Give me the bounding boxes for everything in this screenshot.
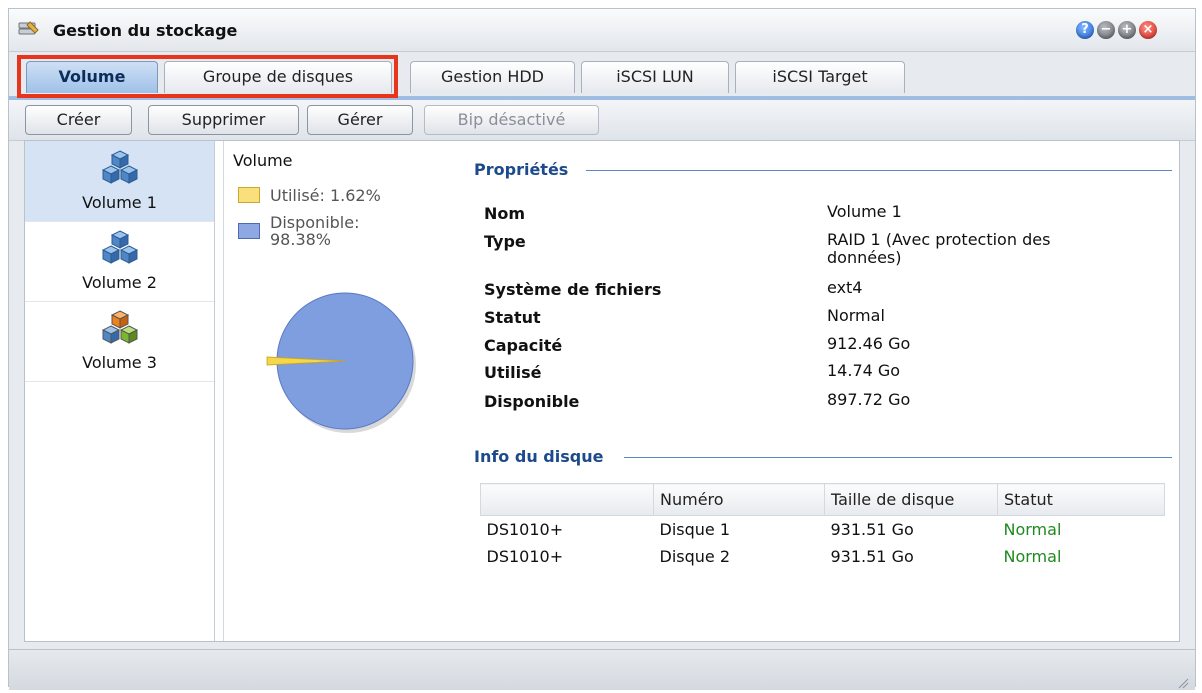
prop-value-type-line2: données) (827, 248, 902, 267)
free-legend-label-1: Disponible: (270, 213, 360, 232)
cell-number: Disque 1 (659, 520, 731, 539)
cell-status: Normal (1003, 547, 1062, 566)
close-icon[interactable]: × (1139, 21, 1157, 39)
content-panel: Volume 1 Volume 2 Volume 3 Volume Utilis… (24, 140, 1180, 642)
cell-unit: DS1010+ (486, 547, 564, 566)
column-header-number[interactable]: Numéro (653, 483, 825, 516)
prop-label-name: Nom (484, 204, 526, 223)
disk-info-table: Numéro Taille de disque Statut DS1010+ D… (480, 483, 1165, 570)
column-header-size[interactable]: Taille de disque (824, 483, 998, 516)
tab-iscsi-target[interactable]: iSCSI Target (735, 61, 905, 93)
free-legend-label-2: 98.38% (270, 230, 332, 249)
volume-cubes-blue-icon (101, 229, 139, 267)
prop-value-filesystem: ext4 (827, 278, 863, 297)
prop-label-used: Utilisé (484, 363, 542, 382)
cell-unit: DS1010+ (486, 520, 564, 539)
cell-number: Disque 2 (659, 547, 731, 566)
column-divider (223, 141, 224, 641)
status-bar (9, 649, 1195, 690)
help-icon[interactable]: ? (1076, 21, 1094, 39)
usage-pie-chart (266, 292, 416, 433)
maximize-icon[interactable]: + (1118, 21, 1136, 39)
prop-label-capacity: Capacité (484, 336, 563, 355)
title-bar: Gestion du stockage ? − + × (9, 9, 1195, 52)
storage-manager-icon (18, 19, 40, 39)
volume-cubes-blue-icon (101, 149, 139, 187)
tab-disk-group[interactable]: Groupe de disques (164, 61, 392, 93)
cell-status: Normal (1003, 520, 1062, 539)
prop-label-status: Statut (484, 308, 541, 327)
volume-list-item-label: Volume 1 (82, 193, 157, 212)
prop-value-capacity: 912.46 Go (827, 334, 911, 353)
window-title: Gestion du stockage (53, 21, 238, 40)
tab-strip: Volume Groupe de disques Gestion HDD iSC… (9, 51, 1195, 97)
tab-hdd-management[interactable]: Gestion HDD (410, 61, 575, 93)
tab-volume[interactable]: Volume (26, 61, 158, 93)
volume-list-item-label: Volume 3 (82, 353, 157, 372)
volume-list-item-3[interactable]: Volume 3 (25, 301, 214, 382)
manage-button[interactable]: Gérer (307, 105, 413, 135)
minimize-icon[interactable]: − (1097, 21, 1115, 39)
delete-button[interactable]: Supprimer (148, 105, 299, 135)
used-legend-label: Utilisé: 1.62% (270, 186, 381, 205)
prop-label-filesystem: Système de fichiers (484, 280, 662, 299)
prop-label-type: Type (484, 232, 526, 251)
cell-size: 931.51 Go (830, 547, 914, 566)
prop-value-used: 14.74 Go (827, 361, 901, 380)
toolbar: Créer Supprimer Gérer Bip désactivé (9, 100, 1195, 141)
table-row[interactable]: DS1010+ Disque 2 931.51 Go Normal (481, 543, 1165, 570)
properties-section-title: Propriétés (474, 160, 569, 179)
volume-list-item-1[interactable]: Volume 1 (25, 141, 214, 222)
table-row[interactable]: DS1010+ Disque 1 931.51 Go Normal (481, 516, 1165, 544)
volume-list-item-2[interactable]: Volume 2 (25, 221, 214, 302)
prop-value-name: Volume 1 (827, 202, 902, 221)
prop-value-type: RAID 1 (Avec protection des (827, 230, 1051, 249)
free-legend-swatch (238, 223, 260, 239)
table-header-row: Numéro Taille de disque Statut (480, 483, 1165, 516)
storage-manager-window: Gestion du stockage ? − + × Volume Group… (8, 8, 1196, 690)
usage-chart-title: Volume (233, 151, 293, 170)
create-button[interactable]: Créer (25, 105, 132, 135)
properties-section-rule (586, 170, 1172, 171)
prop-value-status: Normal (827, 306, 885, 325)
tab-iscsi-lun[interactable]: iSCSI LUN (581, 61, 729, 93)
volume-cubes-colored-icon (101, 309, 139, 347)
cell-size: 931.51 Go (830, 520, 914, 539)
column-header-unit[interactable] (480, 483, 654, 516)
beep-disabled-button[interactable]: Bip désactivé (424, 105, 599, 135)
prop-label-available: Disponible (484, 392, 580, 411)
volume-list: Volume 1 Volume 2 Volume 3 (25, 141, 215, 641)
disk-info-section-rule (624, 457, 1172, 458)
disk-info-section-title: Info du disque (474, 447, 604, 466)
used-legend-swatch (238, 187, 260, 203)
column-header-status[interactable]: Statut (997, 483, 1165, 516)
volume-list-item-label: Volume 2 (82, 273, 157, 292)
resize-grip-icon[interactable] (1177, 674, 1189, 689)
prop-value-available: 897.72 Go (827, 390, 911, 409)
